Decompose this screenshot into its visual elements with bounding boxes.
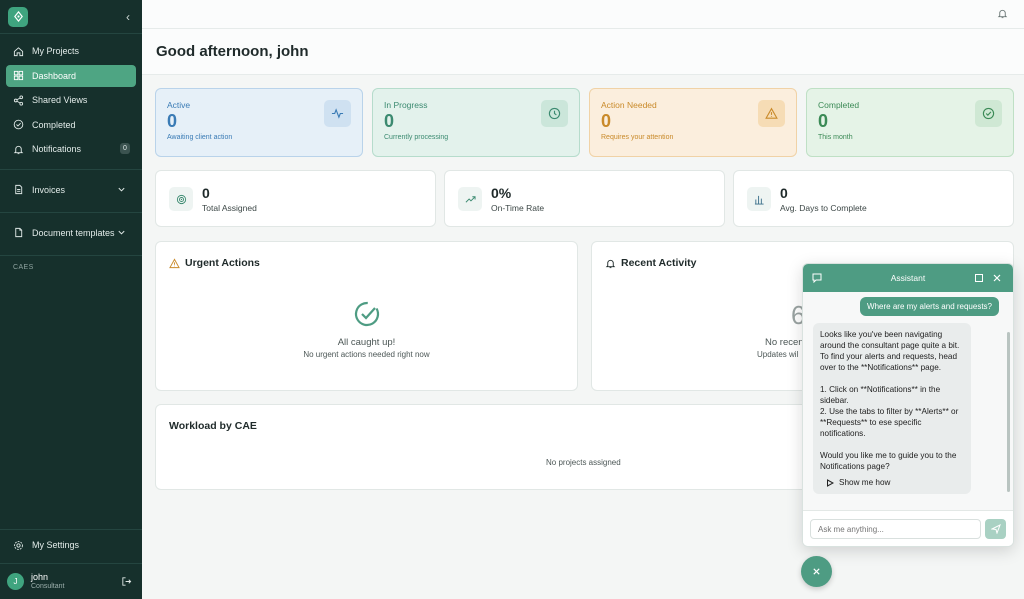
- assistant-toggle-button[interactable]: [801, 556, 832, 587]
- user-message: Where are my alerts and requests?: [860, 297, 999, 316]
- play-icon: [827, 478, 834, 487]
- show-me-how-button[interactable]: Show me how: [820, 477, 965, 488]
- metric-label: On-Time Rate: [491, 203, 545, 213]
- metric-card-on-time-rate: 0% On-Time Rate: [444, 170, 725, 227]
- user-profile[interactable]: J john Consultant: [0, 563, 142, 599]
- status-card-completed[interactable]: Completed 0 This month: [806, 88, 1014, 157]
- bar-chart-icon: [747, 187, 771, 211]
- home-icon: [13, 46, 24, 56]
- bell-icon: [605, 259, 616, 268]
- sidebar-item-my-projects[interactable]: My Projects: [6, 40, 136, 62]
- check-circle-icon: [13, 119, 24, 130]
- sidebar-item-document-templates[interactable]: Document templates: [6, 222, 136, 244]
- document-icon: [15, 185, 23, 195]
- empty-state-text: No projects assigned: [546, 458, 621, 467]
- sidebar-header: ‹: [0, 0, 142, 34]
- metric-card-avg-days: 0 Avg. Days to Complete: [733, 170, 1014, 227]
- notifications-count-badge: 0: [120, 143, 130, 154]
- assistant-input[interactable]: [810, 519, 981, 539]
- urgent-actions-panel: Urgent Actions All caught up! No urgent …: [155, 241, 578, 391]
- metric-value: 0: [780, 185, 788, 201]
- sidebar-item-dashboard[interactable]: Dashboard: [6, 64, 136, 87]
- send-button[interactable]: [985, 519, 1006, 539]
- expand-icon[interactable]: [974, 273, 984, 283]
- assistant-messages: Where are my alerts and requests? Looks …: [803, 292, 1013, 512]
- sidebar-item-label: Document templates: [32, 227, 115, 238]
- close-icon[interactable]: [992, 273, 1002, 283]
- assistant-panel: Assistant Where are my alerts and reques…: [802, 263, 1014, 547]
- check-circle-icon: [354, 301, 380, 327]
- sidebar-item-label: Shared Views: [32, 95, 88, 105]
- trending-up-icon: [458, 187, 482, 211]
- metric-label: Total Assigned: [202, 203, 257, 213]
- chevron-down-icon: [118, 187, 125, 192]
- assistant-header: Assistant: [803, 264, 1013, 292]
- status-card-in-progress[interactable]: In Progress 0 Currently processing: [372, 88, 580, 157]
- activity-icon: [324, 100, 351, 127]
- metric-value: 0%: [491, 185, 512, 201]
- warning-icon: [169, 257, 180, 268]
- empty-state-title: All caught up!: [337, 337, 396, 348]
- avatar: J: [7, 573, 24, 590]
- metric-label: Avg. Days to Complete: [780, 203, 867, 213]
- sidebar-item-notifications[interactable]: Notifications 0: [6, 138, 136, 160]
- status-card-subtext: Awaiting client action: [167, 134, 233, 141]
- sidebar-item-my-settings[interactable]: My Settings: [6, 534, 136, 556]
- grid-icon: [13, 70, 24, 81]
- panel-title: Urgent Actions: [169, 257, 260, 269]
- sidebar-item-invoices[interactable]: Invoices: [6, 179, 136, 201]
- clock-icon: [541, 100, 568, 127]
- notifications-bell-icon[interactable]: [997, 8, 1008, 19]
- app-logo-icon[interactable]: [8, 6, 28, 27]
- empty-state-subtitle: No urgent actions needed right now: [303, 350, 430, 359]
- user-role: Consultant: [31, 583, 65, 590]
- sidebar-item-shared-views[interactable]: Shared Views: [6, 89, 136, 111]
- sidebar-item-label: Notifications: [32, 144, 82, 154]
- empty-state-subtitle: Updates wil: [757, 350, 799, 359]
- status-card-subtext: This month: [818, 134, 853, 141]
- collapse-sidebar-icon[interactable]: ‹: [126, 10, 130, 24]
- sidebar-item-label: Dashboard: [32, 70, 77, 81]
- page-header: Good afternoon, john: [142, 29, 1024, 75]
- status-card-subtext: Currently processing: [384, 134, 449, 141]
- bell-icon: [13, 145, 24, 154]
- status-card-subtext: Requires your attention: [601, 134, 674, 141]
- cae-section-label: CAES: [13, 264, 34, 271]
- gear-icon: [14, 540, 23, 550]
- empty-state-title: No recen: [765, 337, 804, 348]
- chevron-down-icon: [118, 230, 125, 235]
- target-icon: [169, 187, 193, 211]
- metric-card-total-assigned: 0 Total Assigned: [155, 170, 436, 227]
- status-card-action-needed[interactable]: Action Needed 0 Requires your attention: [589, 88, 797, 157]
- sidebar-item-label: Completed: [32, 119, 76, 130]
- sidebar-item-label: Invoices: [32, 184, 66, 195]
- metric-value: 0: [202, 185, 210, 201]
- status-card-active[interactable]: Active 0 Awaiting client action: [155, 88, 363, 157]
- sidebar-item-label: My Projects: [32, 46, 80, 56]
- sidebar-item-completed[interactable]: Completed: [6, 114, 136, 136]
- share-icon: [13, 94, 24, 106]
- sidebar-nav: My Projects Dashboard Shared Views Compl…: [0, 34, 142, 160]
- assistant-input-row: [803, 510, 1013, 546]
- panel-title: Workload by CAE: [169, 420, 257, 432]
- sidebar: ‹ My Projects Dashboard Shared Views Com…: [0, 0, 142, 599]
- logout-icon[interactable]: [121, 576, 132, 587]
- check-circle-icon: [975, 100, 1002, 127]
- send-icon: [990, 524, 1001, 534]
- page-title: Good afternoon, john: [156, 43, 309, 60]
- top-bar: [142, 0, 1024, 29]
- scrollbar[interactable]: [1007, 332, 1010, 492]
- user-name: john: [31, 572, 49, 582]
- file-template-icon: [15, 228, 23, 238]
- panel-title: Recent Activity: [605, 257, 696, 269]
- warning-icon: [758, 100, 785, 127]
- assistant-message: Looks like you've been navigating around…: [813, 323, 971, 494]
- close-icon: [813, 568, 820, 575]
- sidebar-item-label: My Settings: [32, 540, 80, 551]
